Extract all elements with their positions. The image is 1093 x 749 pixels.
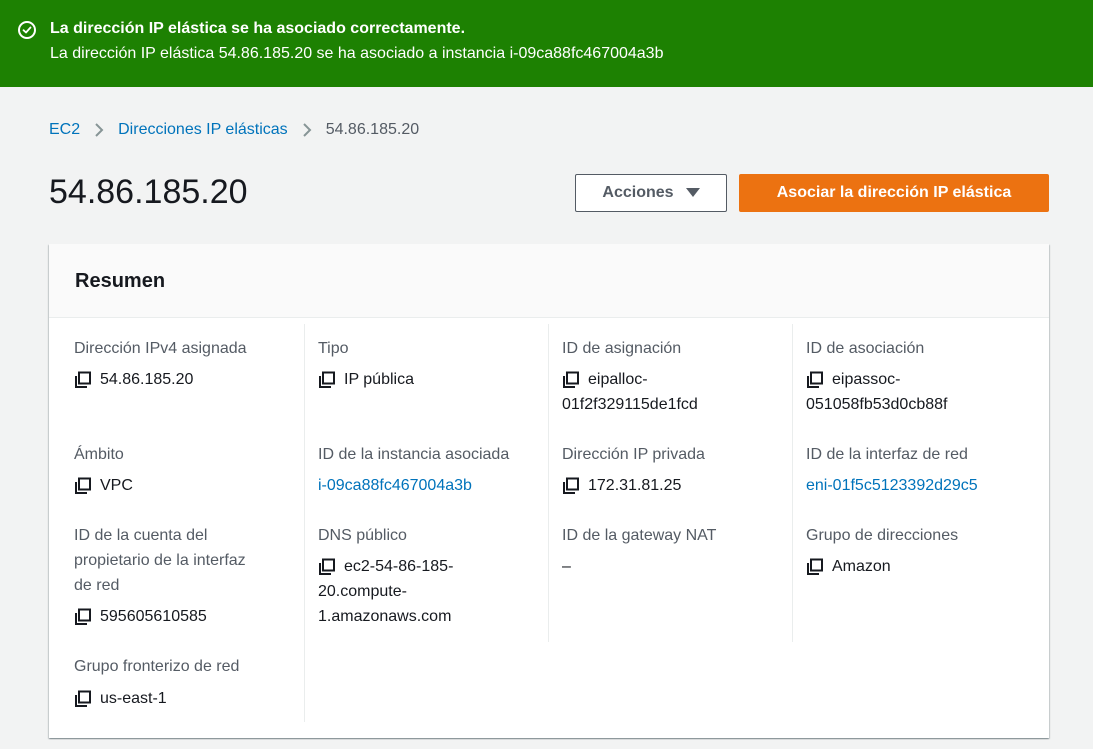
instance-label: ID de la instancia asociada: [318, 446, 510, 463]
type-label: Tipo: [318, 340, 349, 357]
border-group-label: Grupo fronterizo de red: [74, 658, 240, 675]
caret-down-icon: [685, 188, 700, 198]
instance-value: i-09ca88fc467004a3b: [318, 473, 472, 498]
association-id-value: eipassoc-: [806, 367, 900, 392]
public-dns-value: ec2-54-86-185-: [318, 554, 453, 579]
summary-header: Resumen: [49, 244, 1049, 318]
flash-message: La dirección IP elástica 54.86.185.20 se…: [50, 45, 664, 62]
column-divider: [792, 324, 793, 642]
owner-account-label-line: de red: [74, 577, 120, 594]
network-interface-value: eni-01f5c5123392d29c5: [806, 473, 978, 498]
column-divider: [548, 324, 549, 642]
public-dns-label: DNS público: [318, 527, 407, 544]
nat-gateway-label: ID de la gateway NAT: [562, 527, 717, 544]
summary-container: Resumen Dirección IPv4 asignada 54.86.18…: [49, 244, 1049, 738]
ipv4-label: Dirección IPv4 asignada: [74, 340, 247, 357]
copy-icon[interactable]: [562, 477, 580, 503]
copy-icon[interactable]: [74, 608, 92, 634]
actions-dropdown-button[interactable]: Acciones: [575, 174, 727, 212]
allocation-id-value-cont: 01f2f329115de1fcd: [562, 392, 698, 417]
copy-icon[interactable]: [74, 371, 92, 397]
owner-account-text: 595605610585: [100, 608, 207, 625]
network-interface-link[interactable]: eni-01f5c5123392d29c5: [806, 473, 978, 498]
network-interface-label: ID de la interfaz de red: [806, 446, 968, 463]
private-ip-label: Dirección IP privada: [562, 446, 705, 463]
owner-account-value: 595605610585: [74, 604, 207, 629]
owner-account-label: ID de la cuenta del propietario de la in…: [74, 523, 299, 598]
actions-button-label: Acciones: [602, 184, 674, 201]
breadcrumb-elastic-ips-link[interactable]: Direcciones IP elásticas: [118, 119, 288, 141]
type-value: IP pública: [318, 367, 414, 392]
check-circle-icon: [18, 21, 36, 39]
public-dns-text-line: 1.amazonaws.com: [318, 608, 452, 625]
allocation-id-value: eipalloc-: [562, 367, 648, 392]
copy-icon[interactable]: [806, 558, 824, 584]
breadcrumb: EC2 Direcciones IP elásticas 54.86.185.2…: [49, 119, 419, 141]
page-title: 54.86.185.20: [49, 173, 248, 211]
address-pool-label: Grupo de direcciones: [806, 527, 959, 544]
owner-account-label-line: ID de la cuenta del: [74, 527, 208, 544]
copy-icon[interactable]: [74, 690, 92, 716]
breadcrumb-ec2-link[interactable]: EC2: [49, 119, 80, 141]
chevron-right-icon: [89, 123, 109, 137]
association-id-value-cont: 051058fb53d0cb88f: [806, 392, 947, 417]
nat-gateway-value: –: [562, 554, 571, 579]
scope-label: Ámbito: [74, 446, 124, 463]
association-id-text-line: 051058fb53d0cb88f: [806, 396, 948, 413]
public-dns-text-line: ec2-54-86-185-: [344, 558, 454, 575]
border-group-value: us-east-1: [74, 686, 167, 711]
owner-account-label-line: propietario de la interfaz: [74, 552, 246, 569]
copy-icon[interactable]: [74, 477, 92, 503]
private-ip-value: 172.31.81.25: [562, 473, 681, 498]
associate-elastic-ip-button[interactable]: Asociar la dirección IP elástica: [739, 174, 1049, 212]
public-dns-text-line: 20.compute-: [318, 583, 407, 600]
copy-icon[interactable]: [318, 371, 336, 397]
breadcrumb-current: 54.86.185.20: [325, 121, 420, 138]
allocation-id-text-line: 01f2f329115de1fcd: [562, 396, 698, 413]
summary-title: Resumen: [75, 270, 166, 292]
instance-link[interactable]: i-09ca88fc467004a3b: [318, 473, 472, 498]
allocation-id-label: ID de asignación: [562, 340, 682, 357]
public-dns-value-cont: 20.compute- 1.amazonaws.com: [318, 579, 451, 629]
chevron-right-icon: [297, 123, 317, 137]
ipv4-value: 54.86.185.20: [74, 367, 193, 392]
success-flash-banner: La dirección IP elástica se ha asociado …: [0, 0, 1093, 87]
address-pool-value: Amazon: [806, 554, 891, 579]
flash-title: La dirección IP elástica se ha asociado …: [50, 20, 466, 37]
nat-gateway-text: –: [562, 558, 571, 575]
scope-value: VPC: [74, 473, 133, 498]
association-id-label: ID de asociación: [806, 340, 925, 357]
column-divider: [304, 324, 305, 722]
